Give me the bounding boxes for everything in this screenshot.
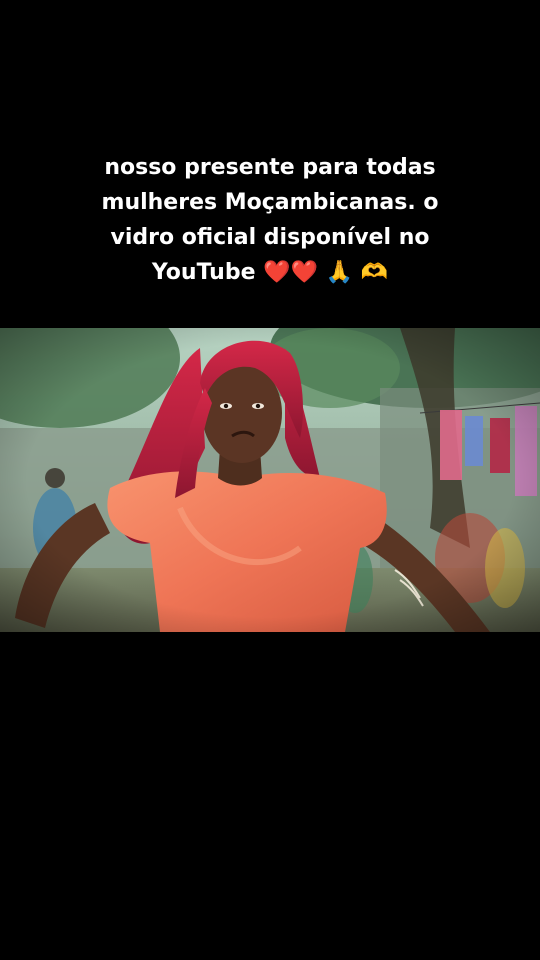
heart-emoji-2: ❤️ xyxy=(290,260,318,285)
video-frame[interactable] xyxy=(0,328,540,632)
praying-hands-emoji: 🙏 xyxy=(325,260,354,285)
video-still-image xyxy=(0,328,540,632)
heart-hands-emoji: 🫶 xyxy=(360,260,389,285)
caption-line-4: YouTube ❤️❤️ 🙏 🫶 xyxy=(40,255,500,290)
caption-youtube-text: YouTube xyxy=(151,260,256,285)
video-caption: nosso presente para todas mulheres Moçam… xyxy=(40,150,500,290)
caption-line-1: nosso presente para todas xyxy=(104,155,436,180)
caption-line-2: mulheres Moçambicanas. o xyxy=(101,190,439,215)
heart-emoji-1: ❤️ xyxy=(263,260,291,285)
caption-line-3: vidro oficial disponível no xyxy=(110,225,430,250)
